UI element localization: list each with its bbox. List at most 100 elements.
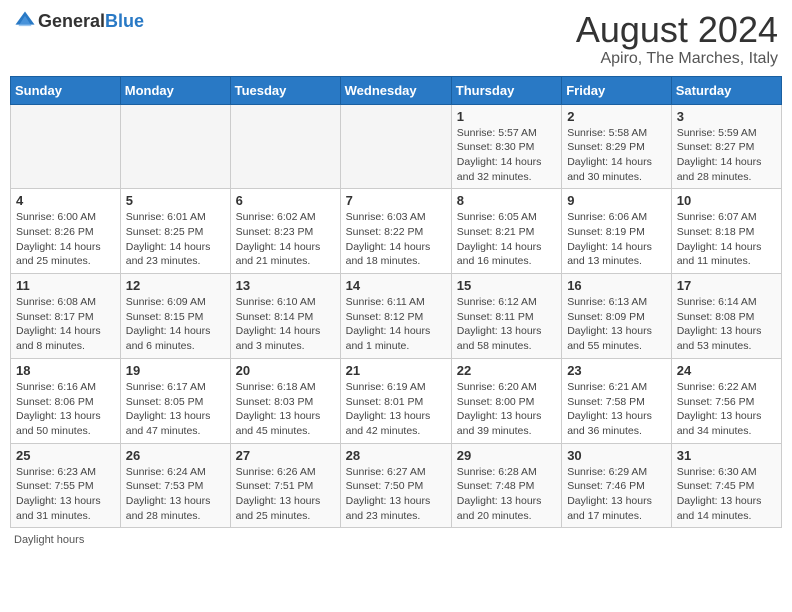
day-info: Sunrise: 6:28 AMSunset: 7:48 PMDaylight:…: [457, 465, 556, 524]
calendar-cell: 10Sunrise: 6:07 AMSunset: 8:18 PMDayligh…: [671, 189, 781, 274]
day-number: 22: [457, 363, 556, 378]
day-info: Sunrise: 6:11 AMSunset: 8:12 PMDaylight:…: [346, 295, 446, 354]
day-info: Sunrise: 6:08 AMSunset: 8:17 PMDaylight:…: [16, 295, 115, 354]
header-cell-saturday: Saturday: [671, 76, 781, 104]
calendar-cell: 5 Sunrise: 6:01 AMSunset: 8:25 PMDaylight…: [120, 189, 230, 274]
day-number: 3: [677, 109, 776, 124]
title-block: August 2024 Apiro, The Marches, Italy: [576, 10, 778, 68]
day-number: 18: [16, 363, 115, 378]
day-number: 26: [126, 448, 225, 463]
calendar-cell: 13 Sunrise: 6:10 AMSunset: 8:14 PMDayligh…: [230, 274, 340, 359]
day-number: 14: [346, 278, 446, 293]
calendar-cell: 30 Sunrise: 6:29 AMSunset: 7:46 PMDayligh…: [562, 443, 672, 528]
day-info: Sunrise: 5:57 AMSunset: 8:30 PMDaylight:…: [457, 126, 556, 185]
day-info: Sunrise: 6:10 AMSunset: 8:14 PMDaylight:…: [236, 295, 335, 354]
day-info: Sunrise: 6:14 AMSunset: 8:08 PMDaylight:…: [677, 295, 776, 354]
day-info: Sunrise: 6:01 AMSunset: 8:25 PMDaylight:…: [126, 210, 225, 269]
day-number: 5: [126, 193, 225, 208]
day-info: Sunrise: 6:22 AMSunset: 7:56 PMDaylight:…: [677, 380, 776, 439]
day-number: 7: [346, 193, 446, 208]
day-number: 28: [346, 448, 446, 463]
calendar-cell: 8Sunrise: 6:05 AMSunset: 8:21 PMDaylight…: [451, 189, 561, 274]
calendar-cell: 18 Sunrise: 6:16 AMSunset: 8:06 PMDayligh…: [11, 358, 121, 443]
logo-general: General: [38, 11, 105, 31]
calendar-cell: 20 Sunrise: 6:18 AMSunset: 8:03 PMDayligh…: [230, 358, 340, 443]
week-row-4: 18 Sunrise: 6:16 AMSunset: 8:06 PMDayligh…: [11, 358, 782, 443]
main-title: August 2024: [576, 10, 778, 50]
day-info: Sunrise: 6:05 AMSunset: 8:21 PMDaylight:…: [457, 210, 556, 269]
day-number: 11: [16, 278, 115, 293]
day-number: 19: [126, 363, 225, 378]
header-row: SundayMondayTuesdayWednesdayThursdayFrid…: [11, 76, 782, 104]
day-info: Sunrise: 6:00 AMSunset: 8:26 PMDaylight:…: [16, 210, 115, 269]
day-info: Sunrise: 6:16 AMSunset: 8:06 PMDaylight:…: [16, 380, 115, 439]
day-info: Sunrise: 6:12 AMSunset: 8:11 PMDaylight:…: [457, 295, 556, 354]
day-info: Sunrise: 6:06 AMSunset: 8:19 PMDaylight:…: [567, 210, 666, 269]
calendar-cell: 11 Sunrise: 6:08 AMSunset: 8:17 PMDayligh…: [11, 274, 121, 359]
calendar-cell: 24 Sunrise: 6:22 AMSunset: 7:56 PMDayligh…: [671, 358, 781, 443]
day-info: Sunrise: 6:24 AMSunset: 7:53 PMDaylight:…: [126, 465, 225, 524]
calendar-cell: [230, 104, 340, 189]
week-row-2: 4 Sunrise: 6:00 AMSunset: 8:26 PMDaylight…: [11, 189, 782, 274]
calendar-cell: 17 Sunrise: 6:14 AMSunset: 8:08 PMDayligh…: [671, 274, 781, 359]
day-number: 2: [567, 109, 666, 124]
day-number: 1: [457, 109, 556, 124]
subtitle: Apiro, The Marches, Italy: [576, 50, 778, 68]
calendar-cell: 19 Sunrise: 6:17 AMSunset: 8:05 PMDayligh…: [120, 358, 230, 443]
day-info: Sunrise: 6:18 AMSunset: 8:03 PMDaylight:…: [236, 380, 335, 439]
week-row-1: 1 Sunrise: 5:57 AMSunset: 8:30 PMDaylight…: [11, 104, 782, 189]
calendar-cell: 1 Sunrise: 5:57 AMSunset: 8:30 PMDaylight…: [451, 104, 561, 189]
day-info: Sunrise: 6:21 AMSunset: 7:58 PMDaylight:…: [567, 380, 666, 439]
day-number: 30: [567, 448, 666, 463]
header-cell-tuesday: Tuesday: [230, 76, 340, 104]
day-number: 4: [16, 193, 115, 208]
calendar-cell: 26 Sunrise: 6:24 AMSunset: 7:53 PMDayligh…: [120, 443, 230, 528]
day-number: 23: [567, 363, 666, 378]
page-header: GeneralBlue August 2024 Apiro, The March…: [10, 10, 782, 68]
day-info: Sunrise: 5:59 AMSunset: 8:27 PMDaylight:…: [677, 126, 776, 185]
day-number: 9: [567, 193, 666, 208]
calendar-cell: 29 Sunrise: 6:28 AMSunset: 7:48 PMDayligh…: [451, 443, 561, 528]
logo: GeneralBlue: [14, 10, 144, 32]
calendar-cell: [11, 104, 121, 189]
week-row-5: 25Sunrise: 6:23 AMSunset: 7:55 PMDayligh…: [11, 443, 782, 528]
day-number: 12: [126, 278, 225, 293]
calendar-cell: 27Sunrise: 6:26 AMSunset: 7:51 PMDayligh…: [230, 443, 340, 528]
day-number: 20: [236, 363, 335, 378]
day-number: 24: [677, 363, 776, 378]
logo-blue: Blue: [105, 11, 144, 31]
calendar-cell: [340, 104, 451, 189]
calendar-cell: 31Sunrise: 6:30 AMSunset: 7:45 PMDayligh…: [671, 443, 781, 528]
day-number: 13: [236, 278, 335, 293]
day-number: 17: [677, 278, 776, 293]
calendar-body: 1 Sunrise: 5:57 AMSunset: 8:30 PMDaylight…: [11, 104, 782, 528]
calendar-cell: 21Sunrise: 6:19 AMSunset: 8:01 PMDayligh…: [340, 358, 451, 443]
daylight-label: Daylight hours: [14, 534, 84, 546]
header-cell-sunday: Sunday: [11, 76, 121, 104]
header-cell-thursday: Thursday: [451, 76, 561, 104]
day-info: Sunrise: 6:29 AMSunset: 7:46 PMDaylight:…: [567, 465, 666, 524]
calendar-table: SundayMondayTuesdayWednesdayThursdayFrid…: [10, 76, 782, 529]
calendar-cell: 2 Sunrise: 5:58 AMSunset: 8:29 PMDaylight…: [562, 104, 672, 189]
day-number: 16: [567, 278, 666, 293]
logo-icon: [14, 10, 36, 32]
calendar-cell: 4 Sunrise: 6:00 AMSunset: 8:26 PMDaylight…: [11, 189, 121, 274]
calendar-cell: 6Sunrise: 6:02 AMSunset: 8:23 PMDaylight…: [230, 189, 340, 274]
day-number: 31: [677, 448, 776, 463]
day-info: Sunrise: 6:17 AMSunset: 8:05 PMDaylight:…: [126, 380, 225, 439]
calendar-header: SundayMondayTuesdayWednesdayThursdayFrid…: [11, 76, 782, 104]
calendar-cell: 14 Sunrise: 6:11 AMSunset: 8:12 PMDayligh…: [340, 274, 451, 359]
calendar-cell: 16 Sunrise: 6:13 AMSunset: 8:09 PMDayligh…: [562, 274, 672, 359]
day-number: 25: [16, 448, 115, 463]
calendar-cell: 22Sunrise: 6:20 AMSunset: 8:00 PMDayligh…: [451, 358, 561, 443]
footer: Daylight hours: [10, 534, 782, 546]
day-info: Sunrise: 6:02 AMSunset: 8:23 PMDaylight:…: [236, 210, 335, 269]
day-number: 15: [457, 278, 556, 293]
day-number: 29: [457, 448, 556, 463]
day-info: Sunrise: 6:03 AMSunset: 8:22 PMDaylight:…: [346, 210, 446, 269]
day-number: 21: [346, 363, 446, 378]
day-info: Sunrise: 5:58 AMSunset: 8:29 PMDaylight:…: [567, 126, 666, 185]
day-info: Sunrise: 6:13 AMSunset: 8:09 PMDaylight:…: [567, 295, 666, 354]
header-cell-monday: Monday: [120, 76, 230, 104]
header-cell-friday: Friday: [562, 76, 672, 104]
